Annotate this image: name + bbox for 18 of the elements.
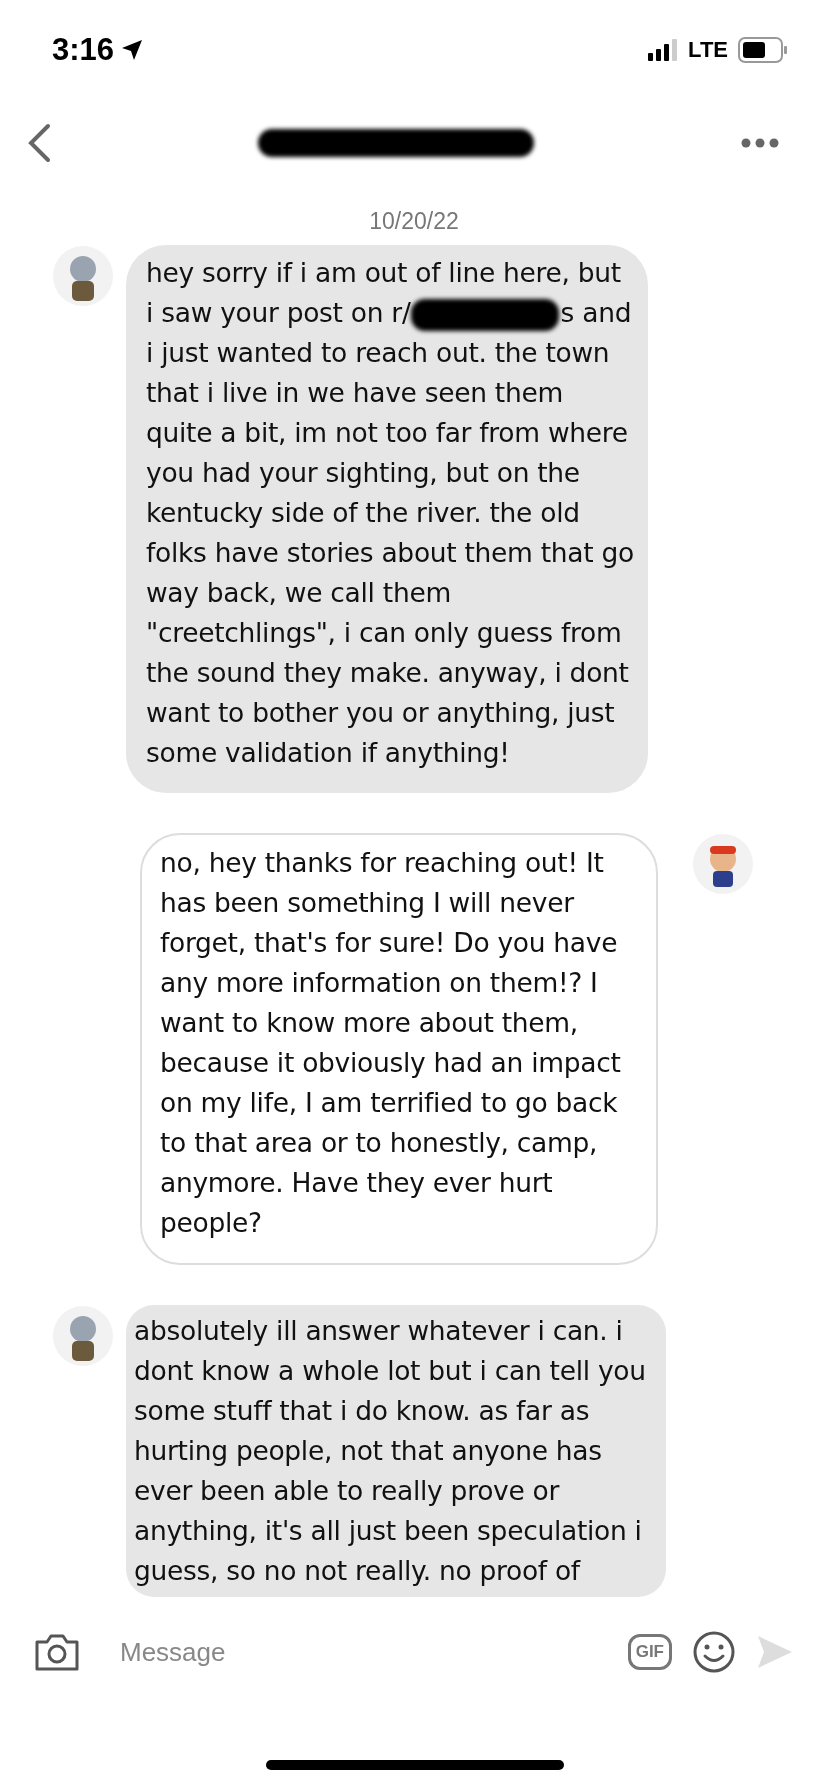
camera-icon[interactable]: [34, 1632, 80, 1672]
back-icon[interactable]: [26, 123, 52, 163]
signal-icon: [648, 39, 679, 61]
avatar[interactable]: [692, 833, 754, 895]
more-icon[interactable]: [740, 137, 780, 149]
message-text: hey sorry if i am out of line here, but i saw your post on r/ s and i just wanted to reach out. the town that i live in we have seen them quite a bit, im not too far from where you had your sighting, but on the kentucky side of the river. the old folks have stories about them that go way back, we call them "creetchlings", i can only guess from the sound they make. anyway, i dont want to bother you or anything, just some validation if anything!: [146, 256, 634, 770]
message-field[interactable]: Message: [118, 1635, 608, 1669]
message-text: absolutely ill answer whatever i can. i dont know a whole lot but i can tell you some stuff that i do know. as far as hurting people, not that anyone has ever been able to really prove or anything, it's all just been speculation i guess, so no not really. no proof of: [134, 1314, 647, 1588]
date-label: 10/20/22: [368, 208, 460, 235]
network-label: LTE: [688, 37, 728, 63]
avatar[interactable]: [52, 1305, 114, 1367]
message-text: no, hey thanks for reaching out! It has been something I will never forget, that's for sure! Do you have any more information on them!? I want to know more about them, because it obviously had an impact on my life, I am terrified to go back to that area or to honestly, camp, anymore. Have they ever hurt people?: [160, 846, 622, 1240]
location-arrow-icon: [120, 38, 145, 62]
battery-icon: [738, 37, 788, 63]
avatar[interactable]: [52, 245, 114, 307]
status-time: 3:16: [52, 32, 115, 68]
emoji-icon[interactable]: [692, 1630, 736, 1674]
gif-button[interactable]: GIF: [627, 1634, 672, 1670]
